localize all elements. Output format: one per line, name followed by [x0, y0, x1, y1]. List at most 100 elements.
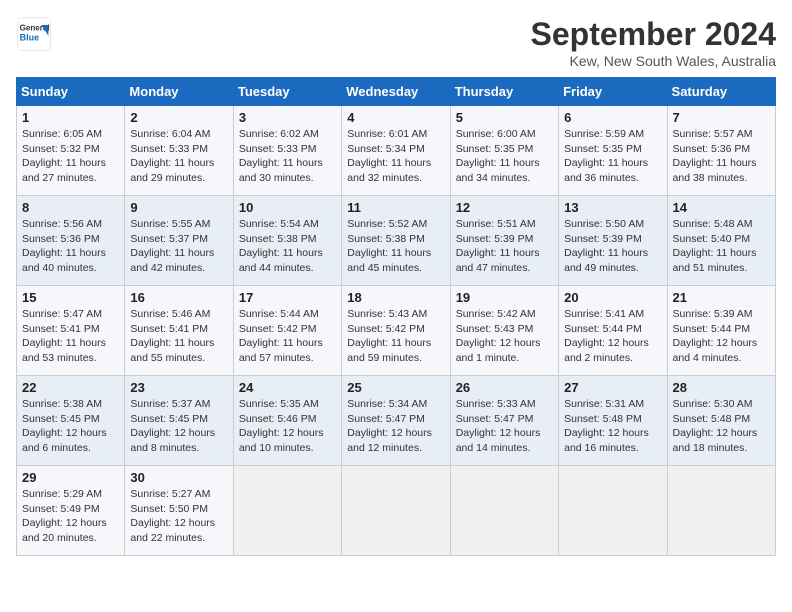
- location: Kew, New South Wales, Australia: [531, 53, 776, 69]
- table-row: 21 Sunrise: 5:39 AM Sunset: 5:44 PM Dayli…: [667, 286, 775, 376]
- day-info: Sunrise: 5:44 AM Sunset: 5:42 PM Dayligh…: [239, 307, 336, 366]
- col-thursday: Thursday: [450, 78, 558, 106]
- day-number: 11: [347, 200, 444, 215]
- day-info: Sunrise: 6:05 AM Sunset: 5:32 PM Dayligh…: [22, 127, 119, 186]
- table-row: 13 Sunrise: 5:50 AM Sunset: 5:39 PM Dayli…: [559, 196, 667, 286]
- day-info: Sunrise: 5:51 AM Sunset: 5:39 PM Dayligh…: [456, 217, 553, 276]
- table-row: 25Sunrise: 5:34 AM Sunset: 5:47 PM Dayli…: [342, 376, 450, 466]
- day-number: 12: [456, 200, 553, 215]
- day-info: Sunrise: 5:35 AM Sunset: 5:46 PM Dayligh…: [239, 397, 336, 456]
- day-number: 19: [456, 290, 553, 305]
- day-number: 28: [673, 380, 770, 395]
- day-info: Sunrise: 5:38 AM Sunset: 5:45 PM Dayligh…: [22, 397, 119, 456]
- table-row: 18 Sunrise: 5:43 AM Sunset: 5:42 PM Dayli…: [342, 286, 450, 376]
- day-info: Sunrise: 5:55 AM Sunset: 5:37 PM Dayligh…: [130, 217, 227, 276]
- day-info: Sunrise: 5:33 AM Sunset: 5:47 PM Dayligh…: [456, 397, 553, 456]
- calendar-week-row: 29Sunrise: 5:29 AM Sunset: 5:49 PM Dayli…: [17, 466, 776, 556]
- day-number: 23: [130, 380, 227, 395]
- day-info: Sunrise: 5:27 AM Sunset: 5:50 PM Dayligh…: [130, 487, 227, 546]
- day-info: Sunrise: 5:42 AM Sunset: 5:43 PM Dayligh…: [456, 307, 553, 366]
- calendar-week-row: 22Sunrise: 5:38 AM Sunset: 5:45 PM Dayli…: [17, 376, 776, 466]
- day-info: Sunrise: 5:37 AM Sunset: 5:45 PM Dayligh…: [130, 397, 227, 456]
- table-row: 1 Sunrise: 6:05 AM Sunset: 5:32 PM Daylig…: [17, 106, 125, 196]
- month-year: September 2024: [531, 16, 776, 53]
- table-row: 15Sunrise: 5:47 AM Sunset: 5:41 PM Dayli…: [17, 286, 125, 376]
- day-number: 4: [347, 110, 444, 125]
- day-info: Sunrise: 5:29 AM Sunset: 5:49 PM Dayligh…: [22, 487, 119, 546]
- table-row: 4 Sunrise: 6:01 AM Sunset: 5:34 PM Daylig…: [342, 106, 450, 196]
- table-row: 5Sunrise: 6:00 AM Sunset: 5:35 PM Daylig…: [450, 106, 558, 196]
- day-info: Sunrise: 5:31 AM Sunset: 5:48 PM Dayligh…: [564, 397, 661, 456]
- day-number: 10: [239, 200, 336, 215]
- day-number: 26: [456, 380, 553, 395]
- col-friday: Friday: [559, 78, 667, 106]
- day-number: 21: [673, 290, 770, 305]
- table-row: 19 Sunrise: 5:42 AM Sunset: 5:43 PM Dayli…: [450, 286, 558, 376]
- day-number: 20: [564, 290, 661, 305]
- table-row: 17 Sunrise: 5:44 AM Sunset: 5:42 PM Dayli…: [233, 286, 341, 376]
- table-row: 16 Sunrise: 5:46 AM Sunset: 5:41 PM Dayli…: [125, 286, 233, 376]
- day-number: 14: [673, 200, 770, 215]
- table-row: 26 Sunrise: 5:33 AM Sunset: 5:47 PM Dayli…: [450, 376, 558, 466]
- day-info: Sunrise: 5:39 AM Sunset: 5:44 PM Dayligh…: [673, 307, 770, 366]
- table-row: 2Sunrise: 6:04 AM Sunset: 5:33 PM Daylig…: [125, 106, 233, 196]
- table-row: 28 Sunrise: 5:30 AM Sunset: 5:48 PM Dayli…: [667, 376, 775, 466]
- table-row: 8Sunrise: 5:56 AM Sunset: 5:36 PM Daylig…: [17, 196, 125, 286]
- calendar-table: Sunday Monday Tuesday Wednesday Thursday…: [16, 77, 776, 556]
- day-info: Sunrise: 5:54 AM Sunset: 5:38 PM Dayligh…: [239, 217, 336, 276]
- day-info: Sunrise: 5:41 AM Sunset: 5:44 PM Dayligh…: [564, 307, 661, 366]
- calendar-week-row: 8Sunrise: 5:56 AM Sunset: 5:36 PM Daylig…: [17, 196, 776, 286]
- day-number: 6: [564, 110, 661, 125]
- day-number: 13: [564, 200, 661, 215]
- day-info: Sunrise: 5:46 AM Sunset: 5:41 PM Dayligh…: [130, 307, 227, 366]
- calendar-header-row: Sunday Monday Tuesday Wednesday Thursday…: [17, 78, 776, 106]
- svg-text:Blue: Blue: [20, 32, 40, 42]
- day-number: 5: [456, 110, 553, 125]
- table-row: 10 Sunrise: 5:54 AM Sunset: 5:38 PM Dayli…: [233, 196, 341, 286]
- logo-icon: General Blue: [16, 16, 52, 52]
- day-info: Sunrise: 6:02 AM Sunset: 5:33 PM Dayligh…: [239, 127, 336, 186]
- table-row: 29Sunrise: 5:29 AM Sunset: 5:49 PM Dayli…: [17, 466, 125, 556]
- table-row: 7 Sunrise: 5:57 AM Sunset: 5:36 PM Daylig…: [667, 106, 775, 196]
- day-info: Sunrise: 6:01 AM Sunset: 5:34 PM Dayligh…: [347, 127, 444, 186]
- day-number: 18: [347, 290, 444, 305]
- day-number: 16: [130, 290, 227, 305]
- page-header: General Blue September 2024 Kew, New Sou…: [16, 16, 776, 69]
- logo: General Blue: [16, 16, 52, 52]
- table-row: [342, 466, 450, 556]
- day-number: 9: [130, 200, 227, 215]
- table-row: 11 Sunrise: 5:52 AM Sunset: 5:38 PM Dayli…: [342, 196, 450, 286]
- day-info: Sunrise: 5:56 AM Sunset: 5:36 PM Dayligh…: [22, 217, 119, 276]
- col-tuesday: Tuesday: [233, 78, 341, 106]
- table-row: 22Sunrise: 5:38 AM Sunset: 5:45 PM Dayli…: [17, 376, 125, 466]
- day-info: Sunrise: 5:48 AM Sunset: 5:40 PM Dayligh…: [673, 217, 770, 276]
- table-row: 23 Sunrise: 5:37 AM Sunset: 5:45 PM Dayli…: [125, 376, 233, 466]
- day-number: 27: [564, 380, 661, 395]
- day-info: Sunrise: 5:52 AM Sunset: 5:38 PM Dayligh…: [347, 217, 444, 276]
- day-info: Sunrise: 5:30 AM Sunset: 5:48 PM Dayligh…: [673, 397, 770, 456]
- table-row: 6Sunrise: 5:59 AM Sunset: 5:35 PM Daylig…: [559, 106, 667, 196]
- day-number: 25: [347, 380, 444, 395]
- day-info: Sunrise: 6:04 AM Sunset: 5:33 PM Dayligh…: [130, 127, 227, 186]
- day-number: 1: [22, 110, 119, 125]
- col-monday: Monday: [125, 78, 233, 106]
- title-block: September 2024 Kew, New South Wales, Aus…: [531, 16, 776, 69]
- table-row: 30Sunrise: 5:27 AM Sunset: 5:50 PM Dayli…: [125, 466, 233, 556]
- table-row: [559, 466, 667, 556]
- col-sunday: Sunday: [17, 78, 125, 106]
- calendar-week-row: 1 Sunrise: 6:05 AM Sunset: 5:32 PM Daylig…: [17, 106, 776, 196]
- table-row: 3 Sunrise: 6:02 AM Sunset: 5:33 PM Daylig…: [233, 106, 341, 196]
- table-row: [667, 466, 775, 556]
- table-row: 9 Sunrise: 5:55 AM Sunset: 5:37 PM Daylig…: [125, 196, 233, 286]
- table-row: [450, 466, 558, 556]
- col-saturday: Saturday: [667, 78, 775, 106]
- calendar-week-row: 15Sunrise: 5:47 AM Sunset: 5:41 PM Dayli…: [17, 286, 776, 376]
- day-info: Sunrise: 5:43 AM Sunset: 5:42 PM Dayligh…: [347, 307, 444, 366]
- day-number: 3: [239, 110, 336, 125]
- day-info: Sunrise: 5:57 AM Sunset: 5:36 PM Dayligh…: [673, 127, 770, 186]
- table-row: [233, 466, 341, 556]
- col-wednesday: Wednesday: [342, 78, 450, 106]
- day-info: Sunrise: 5:50 AM Sunset: 5:39 PM Dayligh…: [564, 217, 661, 276]
- day-number: 7: [673, 110, 770, 125]
- day-number: 17: [239, 290, 336, 305]
